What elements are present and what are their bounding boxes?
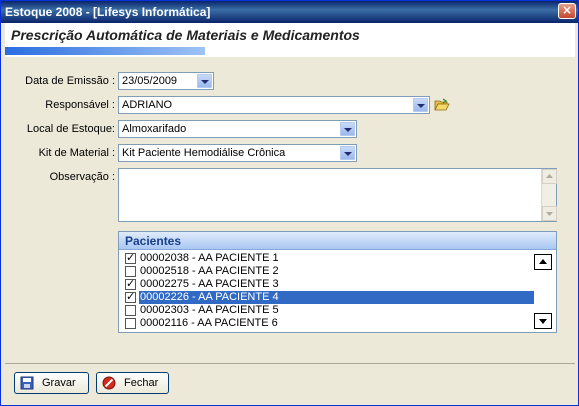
close-button-label: Fechar [124, 377, 159, 389]
list-item[interactable]: 00002518 - AA PACIENTE 2 [123, 265, 539, 278]
patient-label: 00002116 - AA PACIENTE 6 [140, 317, 278, 329]
date-value: 23/05/2009 [122, 75, 178, 87]
floppy-disk-icon [20, 376, 34, 390]
patients-scrollbar[interactable] [534, 252, 552, 330]
list-item[interactable]: 00002116 - AA PACIENTE 6 [123, 317, 539, 330]
patients-header: Pacientes [119, 232, 556, 250]
stock-dropdown-arrow-icon[interactable] [340, 122, 355, 136]
date-field[interactable]: 23/05/2009 [118, 72, 214, 90]
responsible-value: ADRIANO [122, 99, 173, 111]
list-scroll-up-button[interactable] [534, 254, 552, 270]
patient-label: 00002518 - AA PACIENTE 2 [140, 265, 279, 277]
stock-label: Local de Estoque: [26, 123, 115, 135]
open-folder-icon[interactable] [434, 98, 450, 112]
checkbox[interactable] [125, 290, 136, 303]
kit-label: Kit de Material : [38, 147, 115, 159]
responsible-label: Responsável : [45, 99, 115, 111]
list-item[interactable]: 00002275 - AA PACIENTE 3 [123, 277, 539, 291]
list-item-selected[interactable]: 00002226 - AA PACIENTE 4 [123, 290, 540, 305]
footer-bar: Gravar Fechar [5, 363, 575, 402]
title-bar[interactable]: Estoque 2008 - [Lifesys Informática] × [1, 1, 578, 23]
responsible-dropdown-arrow-icon[interactable] [413, 98, 428, 112]
checkbox[interactable] [125, 266, 136, 277]
main-window: Estoque 2008 - [Lifesys Informática] × P… [0, 0, 579, 406]
form-title: Prescrição Automática de Materiais e Med… [11, 27, 360, 43]
checkbox[interactable] [125, 277, 136, 290]
patients-header-label: Pacientes [125, 234, 182, 248]
patient-label: 00002303 - AA PACIENTE 5 [140, 304, 279, 316]
stop-icon [102, 376, 116, 390]
scroll-up-button[interactable] [542, 169, 557, 184]
date-label: Data de Emissão : [25, 75, 115, 87]
checkbox[interactable] [125, 251, 136, 264]
arrow-up-icon [546, 174, 553, 178]
list-scroll-down-button[interactable] [534, 313, 552, 329]
stock-value: Almoxarifado [122, 123, 187, 135]
checkbox[interactable] [125, 305, 136, 316]
close-button[interactable]: Fechar [96, 372, 169, 394]
responsible-select[interactable]: ADRIANO [118, 96, 430, 114]
patients-list[interactable]: 00002038 - AA PACIENTE 1 00002518 - AA P… [123, 251, 540, 330]
kit-value: Kit Paciente Hemodiálise Crônica [122, 147, 286, 159]
header-accent-bar [5, 47, 205, 55]
form-header: Prescrição Automática de Materiais e Med… [5, 23, 575, 57]
observation-scrollbar[interactable] [541, 169, 557, 221]
scroll-down-button[interactable] [542, 206, 557, 221]
checkbox[interactable] [125, 318, 136, 329]
arrow-down-icon [546, 212, 553, 216]
date-dropdown-arrow-icon[interactable] [197, 74, 212, 88]
list-item[interactable]: 00002038 - AA PACIENTE 1 [123, 251, 539, 265]
kit-select[interactable]: Kit Paciente Hemodiálise Crônica [118, 144, 357, 162]
patient-label: 00002275 - AA PACIENTE 3 [140, 278, 279, 290]
patient-label: 00002226 - AA PACIENTE 4 [138, 290, 540, 305]
observation-field[interactable] [118, 168, 557, 222]
patient-label: 00002038 - AA PACIENTE 1 [140, 252, 279, 264]
list-item[interactable]: 00002303 - AA PACIENTE 5 [123, 304, 539, 317]
patients-panel: Pacientes 00002038 - AA PACIENTE 1 00002… [118, 231, 557, 333]
window-title: Estoque 2008 - [Lifesys Informática] [5, 5, 211, 19]
save-button[interactable]: Gravar [14, 372, 89, 394]
arrow-down-icon [539, 319, 547, 324]
observation-label: Observação : [49, 171, 115, 183]
arrow-up-icon [539, 259, 547, 264]
save-button-label: Gravar [42, 377, 76, 389]
close-window-button[interactable]: × [558, 3, 576, 19]
kit-dropdown-arrow-icon[interactable] [340, 146, 355, 160]
stock-select[interactable]: Almoxarifado [118, 120, 357, 138]
